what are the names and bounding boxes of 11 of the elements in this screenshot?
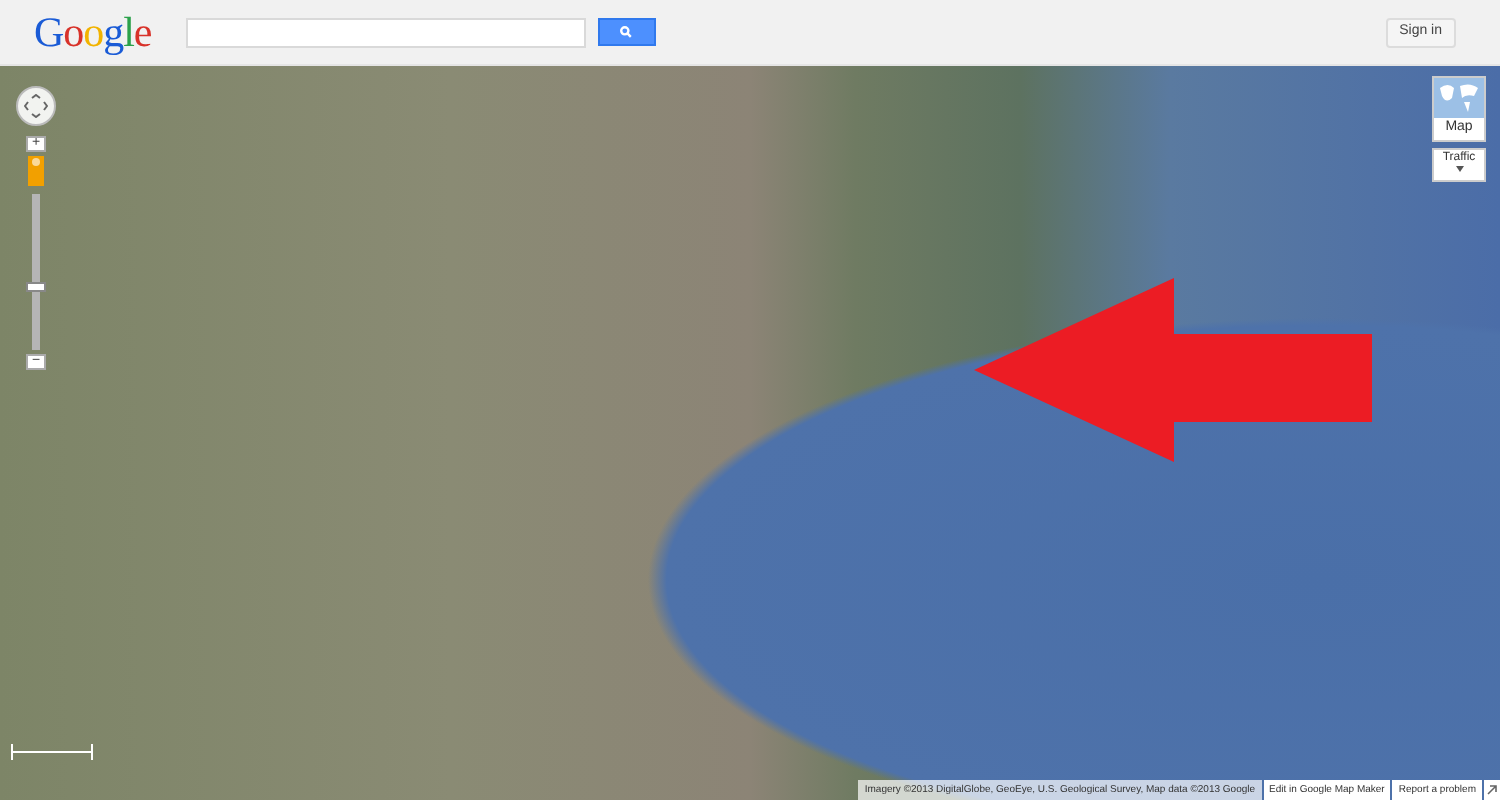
zoom-slider-track[interactable]	[26, 194, 46, 350]
world-map-icon	[1434, 78, 1484, 118]
caret-icon	[1455, 166, 1463, 172]
zoom-slider-thumb[interactable]	[26, 281, 46, 292]
search-icon	[620, 26, 633, 38]
pan-arrows-icon	[24, 94, 48, 118]
search-button[interactable]	[597, 18, 656, 46]
google-logo[interactable]: Google	[34, 8, 152, 56]
expand-icon[interactable]	[1484, 780, 1500, 800]
scale-bar-icon	[10, 744, 94, 762]
search-field[interactable]	[185, 17, 586, 47]
